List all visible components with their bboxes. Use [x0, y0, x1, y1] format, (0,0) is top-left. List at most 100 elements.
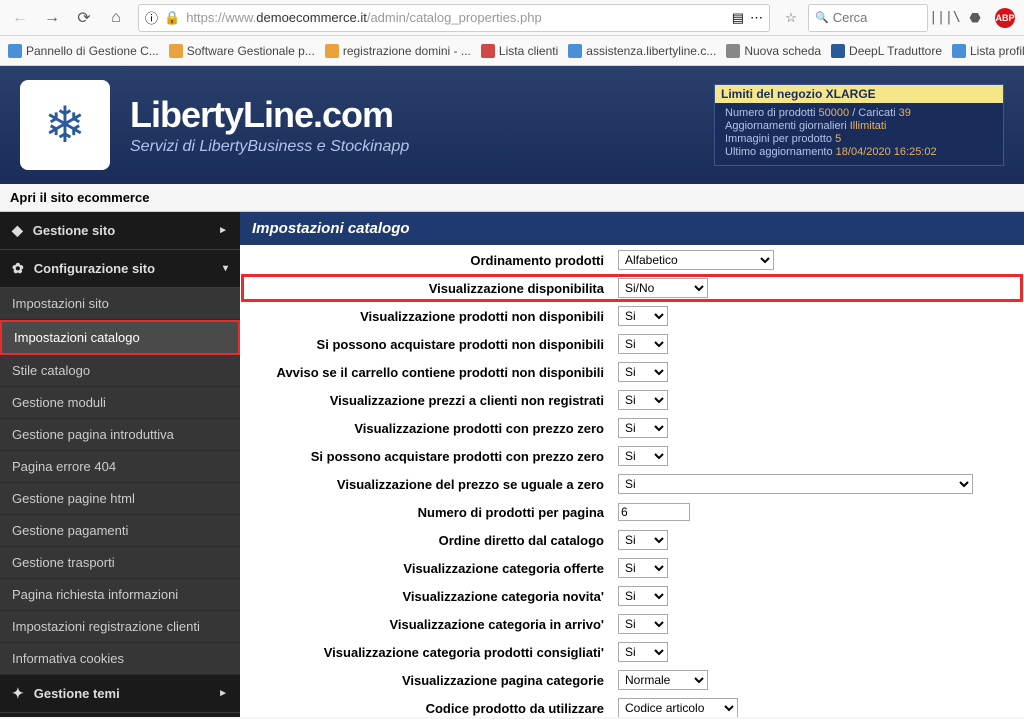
- sidebar-section[interactable]: ✿Configurazione sito▾: [0, 250, 240, 288]
- setting-control: Si: [614, 471, 1022, 497]
- setting-select[interactable]: Si: [618, 334, 668, 354]
- setting-control: Normale: [614, 667, 1022, 693]
- brand-tagline: Servizi di LibertyBusiness e Stockinapp: [130, 138, 694, 156]
- setting-input[interactable]: [618, 503, 690, 521]
- setting-label: Visualizzazione pagina categorie: [242, 667, 612, 693]
- setting-select[interactable]: Codice articolo: [618, 698, 738, 717]
- setting-row: Ordine diretto dal catalogo Si: [242, 527, 1022, 553]
- setting-select[interactable]: Normale: [618, 670, 708, 690]
- setting-select[interactable]: Si: [618, 418, 668, 438]
- setting-label: Visualizzazione prodotti con prezzo zero: [242, 415, 612, 441]
- setting-label: Ordinamento prodotti: [242, 247, 612, 273]
- setting-row: Codice prodotto da utilizzare Codice arti…: [242, 695, 1022, 717]
- url-bar[interactable]: ⓘ 🔒 https://www.demoecommerce.it/admin/c…: [138, 4, 770, 32]
- setting-control: Alfabetico: [614, 247, 1022, 273]
- more-icon[interactable]: ⋯: [750, 10, 763, 26]
- home-button[interactable]: ⌂: [102, 4, 130, 32]
- setting-control: Si: [614, 415, 1022, 441]
- setting-control: Si: [614, 527, 1022, 553]
- sidebar-item[interactable]: Informativa cookies: [0, 643, 240, 675]
- setting-label: Avviso se il carrello contiene prodotti …: [242, 359, 612, 385]
- setting-row: Visualizzazione prodotti con prezzo zero…: [242, 415, 1022, 441]
- sidebar-item[interactable]: Gestione pagine html: [0, 483, 240, 515]
- pocket-icon[interactable]: ⬣: [962, 5, 988, 31]
- open-site-link[interactable]: Apri il sito ecommerce: [0, 184, 1024, 212]
- setting-select[interactable]: Si: [618, 390, 668, 410]
- setting-label: Ordine diretto dal catalogo: [242, 527, 612, 553]
- setting-row: Visualizzazione prezzi a clienti non reg…: [242, 387, 1022, 413]
- setting-label: Visualizzazione prodotti non disponibili: [242, 303, 612, 329]
- bookmark-item[interactable]: DeepL Traduttore: [831, 44, 942, 58]
- setting-row: Si possono acquistare prodotti con prezz…: [242, 443, 1022, 469]
- panel-title: Impostazioni catalogo: [240, 212, 1024, 245]
- sidebar-item[interactable]: Gestione trasporti: [0, 547, 240, 579]
- setting-select[interactable]: Si: [618, 362, 668, 382]
- logo: ❄: [20, 80, 110, 170]
- reload-button[interactable]: ⟳: [70, 4, 98, 32]
- brand-title: LibertyLine.com: [130, 94, 694, 136]
- setting-select[interactable]: Si: [618, 614, 668, 634]
- back-button[interactable]: ←: [6, 4, 34, 32]
- setting-row: Si possono acquistare prodotti non dispo…: [242, 331, 1022, 357]
- bookmark-item[interactable]: registrazione domini - ...: [325, 44, 471, 58]
- info-icon[interactable]: ⓘ: [145, 8, 158, 27]
- setting-select[interactable]: Si: [618, 306, 668, 326]
- setting-label: Visualizzazione categoria offerte: [242, 555, 612, 581]
- sidebar-section[interactable]: ◆Gestione sito►: [0, 212, 240, 250]
- setting-control: [614, 499, 1022, 525]
- setting-select[interactable]: Si: [618, 558, 668, 578]
- sidebar-item[interactable]: Pagina richiesta informazioni: [0, 579, 240, 611]
- setting-label: Visualizzazione prezzi a clienti non reg…: [242, 387, 612, 413]
- setting-row: Visualizzazione del prezzo se uguale a z…: [242, 471, 1022, 497]
- setting-control: Si: [614, 387, 1022, 413]
- bookmark-item[interactable]: Nuova scheda: [726, 44, 821, 58]
- setting-select[interactable]: Alfabetico: [618, 250, 774, 270]
- search-input[interactable]: [833, 10, 921, 25]
- setting-control: Si: [614, 331, 1022, 357]
- setting-control: Si: [614, 583, 1022, 609]
- reader-icon[interactable]: ▤: [732, 10, 744, 26]
- bookmark-item[interactable]: Lista profili FP: [952, 44, 1024, 58]
- sidebar-item[interactable]: Impostazioni registrazione clienti: [0, 611, 240, 643]
- setting-control: Si: [614, 639, 1022, 665]
- bookmark-item[interactable]: Pannello di Gestione C...: [8, 44, 159, 58]
- sidebar-section[interactable]: ▯Configurazione sito mobile►: [0, 713, 240, 717]
- setting-row: Ordinamento prodotti Alfabetico: [242, 247, 1022, 273]
- sidebar-item[interactable]: Impostazioni sito: [0, 288, 240, 320]
- setting-select[interactable]: Si: [618, 586, 668, 606]
- settings-table: Ordinamento prodotti Alfabetico Visualizza…: [240, 245, 1024, 717]
- sidebar-item[interactable]: Gestione pagamenti: [0, 515, 240, 547]
- sidebar-item[interactable]: Gestione pagina introduttiva: [0, 419, 240, 451]
- sidebar-item[interactable]: Stile catalogo: [0, 355, 240, 387]
- bookmark-item[interactable]: assistenza.libertyline.c...: [568, 44, 716, 58]
- setting-select[interactable]: Si: [618, 530, 668, 550]
- setting-row: Visualizzazione prodotti non disponibili…: [242, 303, 1022, 329]
- brand: LibertyLine.com Servizi di LibertyBusine…: [130, 94, 694, 156]
- sidebar-item[interactable]: Impostazioni catalogo: [0, 320, 240, 355]
- sidebar-item[interactable]: Pagina errore 404: [0, 451, 240, 483]
- setting-select[interactable]: Si: [618, 642, 668, 662]
- setting-select[interactable]: Si/No: [618, 278, 708, 298]
- setting-label: Visualizzazione categoria prodotti consi…: [242, 639, 612, 665]
- sidebar-item[interactable]: Gestione moduli: [0, 387, 240, 419]
- setting-row: Visualizzazione categoria in arrivo'Si: [242, 611, 1022, 637]
- setting-row: Visualizzazione categoria novita'Si: [242, 583, 1022, 609]
- setting-control: Codice articolo: [614, 695, 1022, 717]
- bookmark-item[interactable]: Software Gestionale p...: [169, 44, 315, 58]
- setting-row: Visualizzazione pagina categorie Normale: [242, 667, 1022, 693]
- setting-control: Si: [614, 359, 1022, 385]
- search-box[interactable]: 🔍: [808, 4, 928, 32]
- setting-select[interactable]: Si: [618, 474, 973, 494]
- star-icon[interactable]: ☆: [778, 5, 804, 31]
- lock-icon: 🔒: [164, 10, 180, 26]
- setting-control: Si: [614, 303, 1022, 329]
- forward-button[interactable]: →: [38, 4, 66, 32]
- bookmark-item[interactable]: Lista clienti: [481, 44, 558, 58]
- sidebar-section[interactable]: ✦Gestione temi►: [0, 675, 240, 713]
- setting-row: Numero di prodotti per pagina: [242, 499, 1022, 525]
- setting-select[interactable]: Si: [618, 446, 668, 466]
- setting-label: Codice prodotto da utilizzare: [242, 695, 612, 717]
- setting-control: Si: [614, 611, 1022, 637]
- library-icon[interactable]: |||\: [932, 5, 958, 31]
- abp-icon[interactable]: ABP: [992, 5, 1018, 31]
